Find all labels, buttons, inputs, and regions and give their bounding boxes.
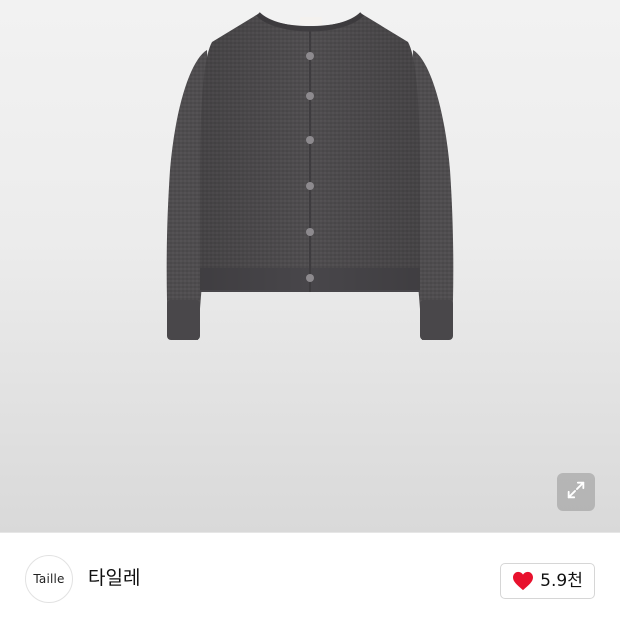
like-button[interactable]: 5.9천 [500,563,595,599]
expand-image-button[interactable] [557,473,595,511]
brand-name-link[interactable]: 타일레 [88,565,140,591]
heart-icon [512,571,534,591]
cardigan-photo [166,12,454,340]
expand-icon [565,479,587,505]
brand-logo[interactable]: Taille [25,555,73,603]
product-image[interactable] [0,0,620,532]
brand-bar: Taille 타일레 5.9천 [0,533,620,620]
product-page: Taille 타일레 5.9천 [0,0,620,620]
brand-logo-text: Taille [33,572,65,586]
like-count: 5.9천 [540,571,583,591]
